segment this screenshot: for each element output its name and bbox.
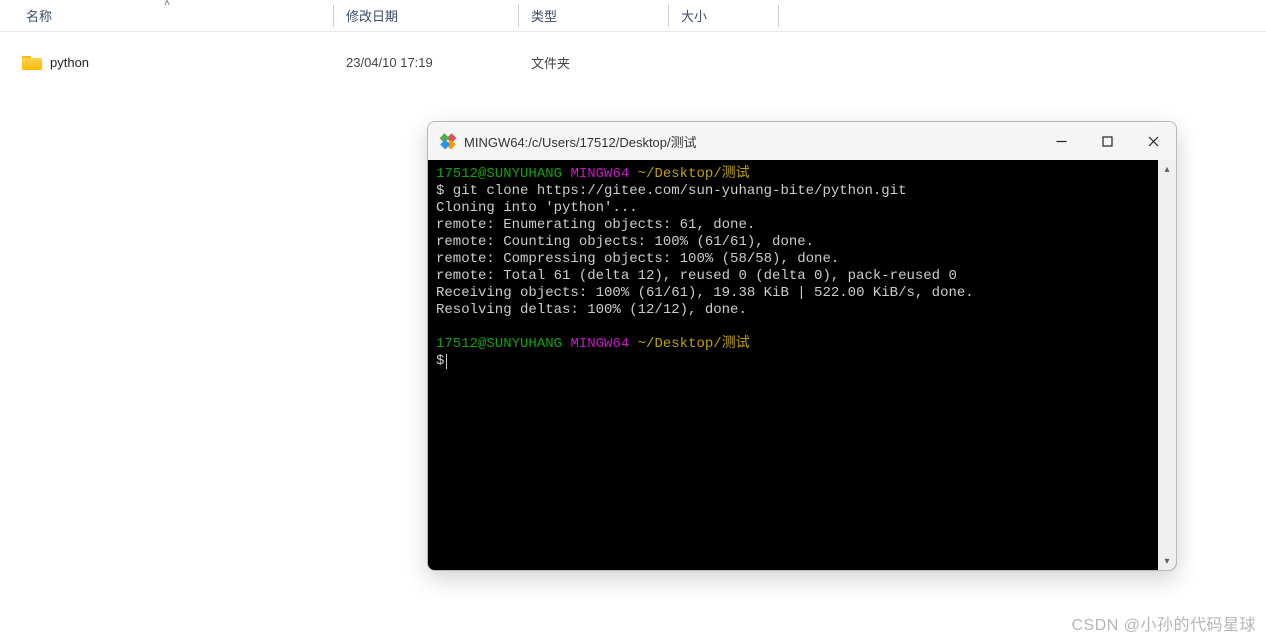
- column-type-label: 类型: [531, 9, 557, 24]
- output-line: Cloning into 'python'...: [436, 200, 638, 216]
- column-header-type[interactable]: 类型: [519, 0, 669, 31]
- scrollbar[interactable]: ▴ ▾: [1158, 160, 1176, 570]
- column-header-date[interactable]: 修改日期: [334, 0, 519, 31]
- output-line: Resolving deltas: 100% (12/12), done.: [436, 302, 747, 318]
- watermark: CSDN @小孙的代码星球: [1071, 611, 1256, 635]
- file-type-cell: 文件夹: [519, 53, 669, 72]
- prompt-user: 17512@SUNYUHANG: [436, 336, 562, 352]
- command-line: $ git clone https://gitee.com/sun-yuhang…: [436, 183, 906, 199]
- minimize-button[interactable]: [1038, 122, 1084, 160]
- terminal-content: 17512@SUNYUHANG MINGW64 ~/Desktop/测试 $ g…: [436, 166, 1150, 370]
- column-name-label: 名称: [26, 9, 52, 24]
- prompt-symbol: $: [436, 353, 444, 369]
- column-separator: [778, 4, 779, 27]
- column-header-name[interactable]: 名称 ˄: [0, 0, 334, 31]
- maximize-button[interactable]: [1084, 122, 1130, 160]
- output-line: Receiving objects: 100% (61/61), 19.38 K…: [436, 285, 974, 301]
- prompt-line: 17512@SUNYUHANG MINGW64 ~/Desktop/测试: [436, 166, 750, 182]
- prompt-user: 17512@SUNYUHANG: [436, 166, 562, 182]
- scroll-up-icon[interactable]: ▴: [1158, 160, 1176, 178]
- output-line: remote: Total 61 (delta 12), reused 0 (d…: [436, 268, 957, 284]
- explorer-column-header: 名称 ˄ 修改日期 类型 大小: [0, 0, 1266, 32]
- scroll-down-icon[interactable]: ▾: [1158, 552, 1176, 570]
- terminal-body-wrap: 17512@SUNYUHANG MINGW64 ~/Desktop/测试 $ g…: [428, 160, 1176, 570]
- file-name-cell: python: [0, 54, 334, 70]
- output-line: remote: Compressing objects: 100% (58/58…: [436, 251, 839, 267]
- cursor-icon: [446, 354, 447, 369]
- window-title: MINGW64:/c/Users/17512/Desktop/测试: [464, 132, 697, 151]
- file-name-text: python: [50, 55, 89, 70]
- output-line: remote: Counting objects: 100% (61/61), …: [436, 234, 814, 250]
- close-button[interactable]: [1130, 122, 1176, 160]
- terminal-window: MINGW64:/c/Users/17512/Desktop/测试 17512@…: [427, 121, 1177, 571]
- output-line: remote: Enumerating objects: 61, done.: [436, 217, 755, 233]
- window-titlebar[interactable]: MINGW64:/c/Users/17512/Desktop/测试: [428, 122, 1176, 160]
- prompt-env: MINGW64: [570, 336, 629, 352]
- prompt-path: ~/Desktop/测试: [638, 166, 750, 182]
- column-header-size[interactable]: 大小: [669, 0, 779, 31]
- sort-ascending-icon: ˄: [164, 0, 170, 9]
- column-size-label: 大小: [681, 9, 707, 24]
- file-date-cell: 23/04/10 17:19: [334, 55, 519, 70]
- folder-icon: [22, 54, 42, 70]
- column-date-label: 修改日期: [346, 9, 398, 24]
- prompt-line: 17512@SUNYUHANG MINGW64 ~/Desktop/测试: [436, 336, 750, 352]
- prompt-path: ~/Desktop/测试: [638, 336, 750, 352]
- prompt-env: MINGW64: [570, 166, 629, 182]
- app-icon: [437, 130, 460, 153]
- terminal-body[interactable]: 17512@SUNYUHANG MINGW64 ~/Desktop/测试 $ g…: [428, 160, 1158, 570]
- file-row[interactable]: python 23/04/10 17:19 文件夹: [0, 44, 1266, 80]
